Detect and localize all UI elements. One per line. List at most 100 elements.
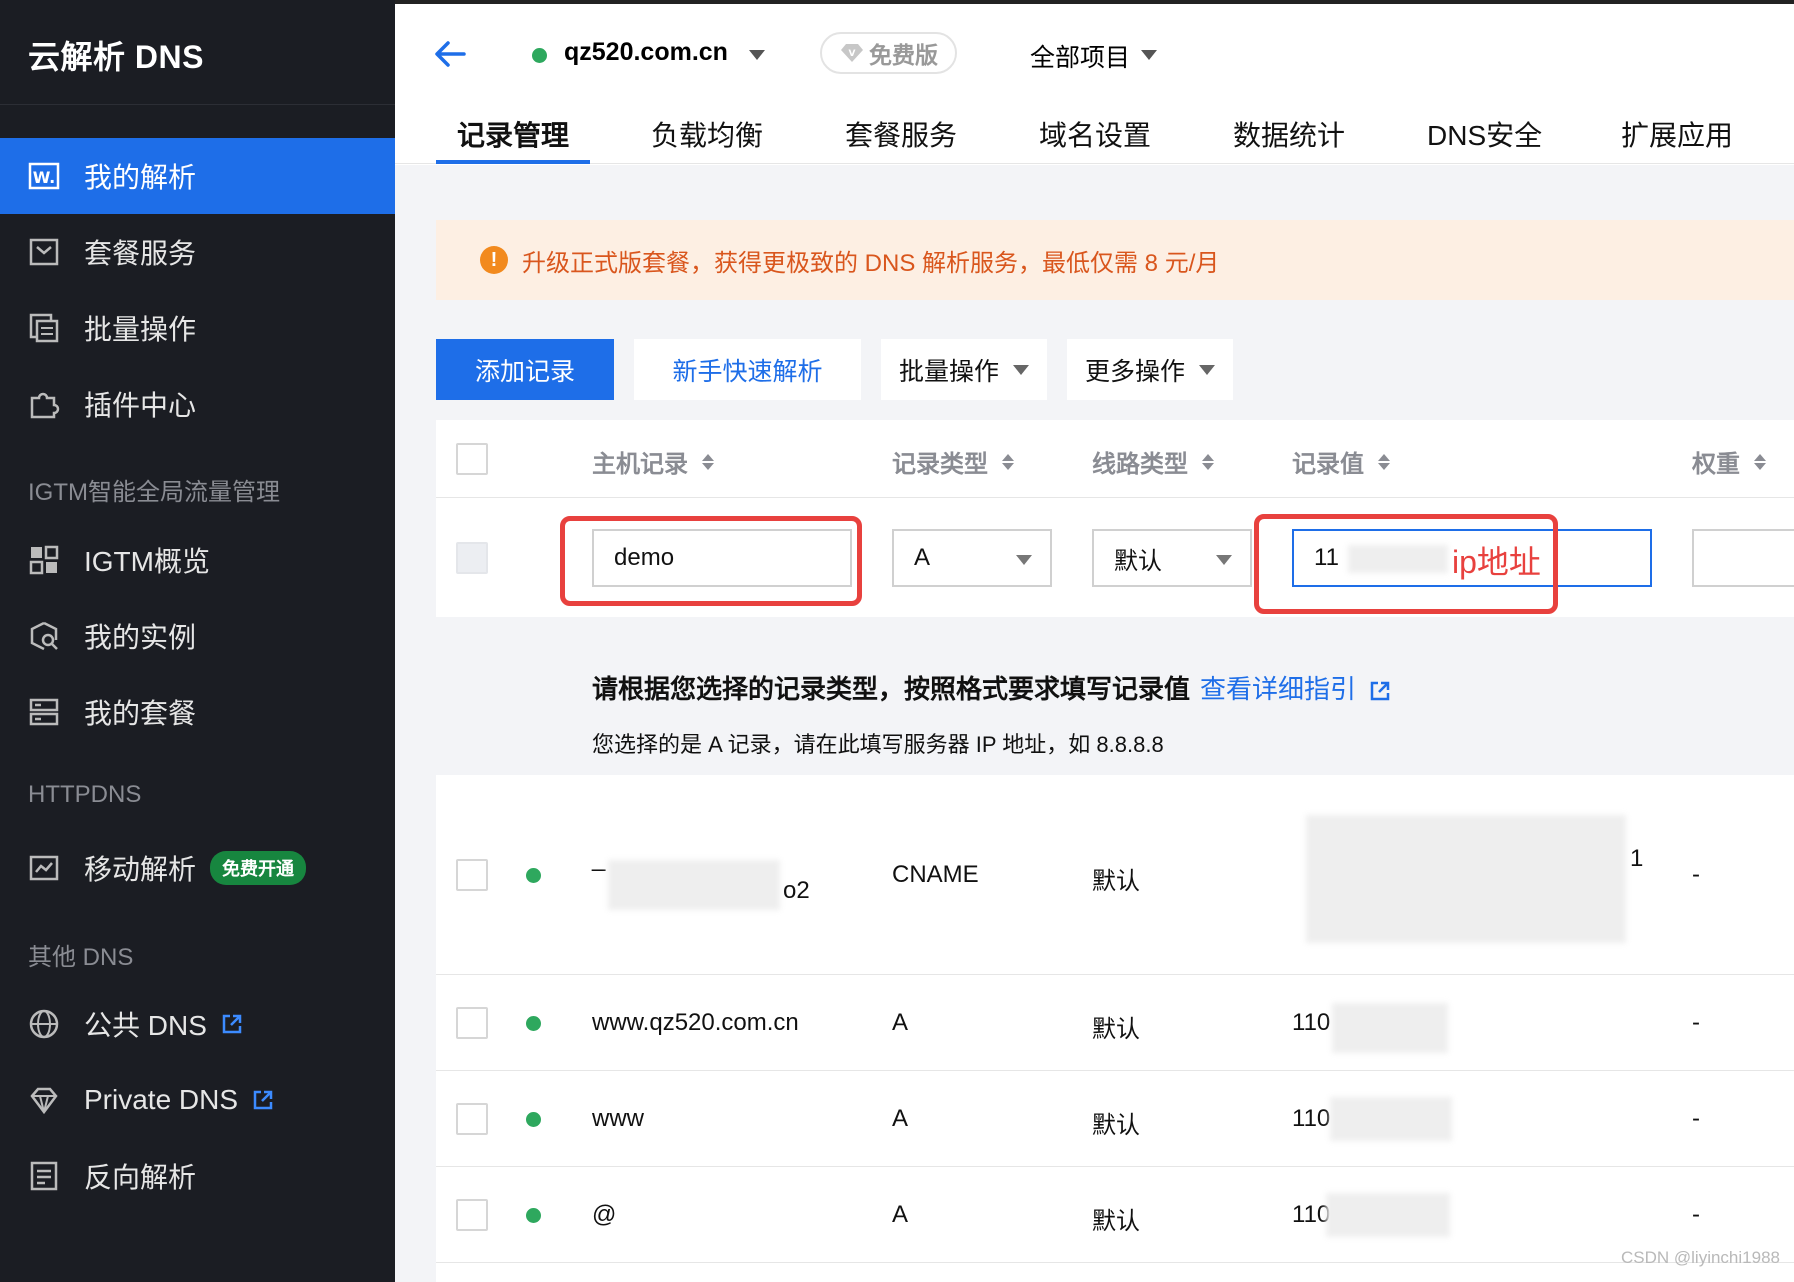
server-list-icon [28,696,60,728]
sidebar-item-private-dns[interactable]: Private DNS [0,1062,395,1138]
row-checkbox[interactable] [456,1199,488,1231]
records-table: 主机记录 记录类型 线路类型 记录值 权重 demo A 默认 11 ip地址 … [436,420,1794,1282]
sidebar-item-label: Private DNS [84,1084,239,1115]
weight-cell: - [1692,861,1700,888]
sidebar-item-my-resolve[interactable]: W. 我的解析 [0,138,395,214]
redacted-value [1330,1097,1452,1141]
sidebar-item-label: 我的解析 [84,162,197,193]
sidebar-item-my-package[interactable]: 我的套餐 [0,674,395,750]
sort-icon [1202,453,1214,470]
type-cell: A [892,1009,909,1036]
column-weight[interactable]: 权重 [1692,444,1766,479]
copy-stack-icon [28,312,60,344]
tab-record-management[interactable]: 记录管理 [457,114,569,154]
domain-selector[interactable]: qz520.com.cn [564,38,728,67]
watermark: CSDN @liyinchi1988 [1621,1248,1780,1267]
status-enabled-dot [526,1016,541,1031]
tab-statistics[interactable]: 数据统计 [1233,114,1345,154]
column-host[interactable]: 主机记录 [592,444,714,479]
tab-bar: 记录管理 负载均衡 套餐服务 域名设置 数据统计 DNS安全 扩展应用 [395,96,1794,164]
dashboard-grid-icon [28,544,60,576]
row-checkbox[interactable] [456,1007,488,1039]
free-activate-badge[interactable]: 免费开通 [210,851,307,885]
sidebar-item-label: 反向解析 [84,1162,197,1193]
row-checkbox[interactable] [456,1103,488,1135]
sidebar-item-reverse-resolve[interactable]: 反向解析 [0,1138,395,1214]
host-highlight-box [560,516,862,606]
plan-label: 免费版 [869,42,938,68]
brand-title: 云解析 DNS [28,39,204,75]
sort-icon [702,453,714,470]
select-all-checkbox[interactable] [456,443,488,475]
diamond-icon [28,1084,60,1116]
tab-extensions[interactable]: 扩展应用 [1621,114,1733,154]
type-cell: CNAME [892,861,979,888]
back-arrow-icon[interactable] [432,36,468,72]
notice-text: 升级正式版套餐，获得更极致的 DNS 解析服务，最低仅需 8 元/月 [522,249,1220,277]
sidebar-item-package[interactable]: 套餐服务 [0,214,395,290]
column-type[interactable]: 记录类型 [892,444,1014,479]
column-line[interactable]: 线路类型 [1092,444,1214,479]
sidebar-item-batch[interactable]: 批量操作 [0,290,395,366]
sidebar-item-public-dns[interactable]: 公共 DNS [0,986,395,1062]
redacted-host [608,860,780,910]
more-operation-dropdown[interactable]: 更多操作 [1067,339,1233,400]
line-type-value: 默认 [1114,547,1162,575]
sort-icon [1754,453,1766,470]
line-type-select[interactable]: 默认 [1092,529,1252,587]
sidebar-item-label: 批量操作 [84,314,197,345]
batch-operation-dropdown[interactable]: 批量操作 [881,339,1047,400]
sidebar-item-igtm-overview[interactable]: IGTM概览 [0,522,395,598]
section-httpdns: HTTPDNS [28,781,142,808]
host-cell: @ [592,1201,617,1228]
host-cell-prefix: _ [592,845,606,872]
table-row: @ A 默认 110 - [436,1167,1794,1263]
redacted-value [1332,1003,1448,1053]
value-cell: 1 [1630,845,1644,872]
hint-title: 请根据您选择的记录类型，按照格式要求填写记录值 查看详细指引 [592,669,1391,706]
document-list-icon [28,1160,60,1192]
line-cell: 默认 [1092,1208,1140,1235]
domain-w-icon: W. [28,160,60,192]
puzzle-icon [28,388,60,420]
redacted-value [1306,815,1626,943]
cube-search-icon [28,620,60,652]
add-record-button[interactable]: 添加记录 [436,339,614,400]
detail-guide-link[interactable]: 查看详细指引 [1200,674,1391,704]
sidebar-item-label: 公共 DNS [84,1010,207,1041]
sidebar-item-label: 移动解析 [84,854,197,885]
value-highlight-box [1254,514,1558,614]
brand-divider [0,104,395,105]
column-type-label: 记录类型 [892,451,988,478]
sidebar-item-mobile-resolve[interactable]: 移动解析 免费开通 [0,830,395,906]
chevron-down-icon[interactable] [1141,50,1157,60]
weight-input[interactable] [1692,529,1794,587]
sidebar-item-label: IGTM概览 [84,546,210,577]
line-cell: 默认 [1092,868,1140,895]
plan-badge[interactable]: V 免费版 [820,32,957,74]
sidebar-item-label: 我的套餐 [84,698,197,729]
sidebar-item-plugins[interactable]: 插件中心 [0,366,395,442]
value-cell: 110 [1292,1009,1331,1036]
row-checkbox[interactable] [456,859,488,891]
project-selector[interactable]: 全部项目 [1030,38,1130,74]
sidebar-item-label: 我的实例 [84,622,197,653]
tab-load-balancing[interactable]: 负载均衡 [651,114,763,154]
tab-dns-security[interactable]: DNS安全 [1427,114,1542,154]
tab-package-service[interactable]: 套餐服务 [845,114,957,154]
record-type-select[interactable]: A [892,529,1052,587]
value-cell: 110 [1292,1105,1331,1132]
column-value-label: 记录值 [1292,451,1364,478]
chevron-down-icon[interactable] [749,50,765,60]
table-row: www.qz520.com.cn A 默认 110 - [436,975,1794,1071]
status-enabled-dot [526,868,541,883]
weight-cell: - [1692,1009,1700,1036]
column-value[interactable]: 记录值 [1292,444,1390,479]
sidebar: 云解析 DNS W. 我的解析 套餐服务 批量操作 插件中心 IGTM智能全局流… [0,0,395,1282]
sidebar-item-instances[interactable]: 我的实例 [0,598,395,674]
sidebar-item-label: 套餐服务 [84,238,197,269]
host-cell: www [592,1105,644,1132]
quick-resolve-button[interactable]: 新手快速解析 [634,339,861,400]
tab-domain-settings[interactable]: 域名设置 [1039,114,1151,154]
info-icon: ! [480,246,508,274]
